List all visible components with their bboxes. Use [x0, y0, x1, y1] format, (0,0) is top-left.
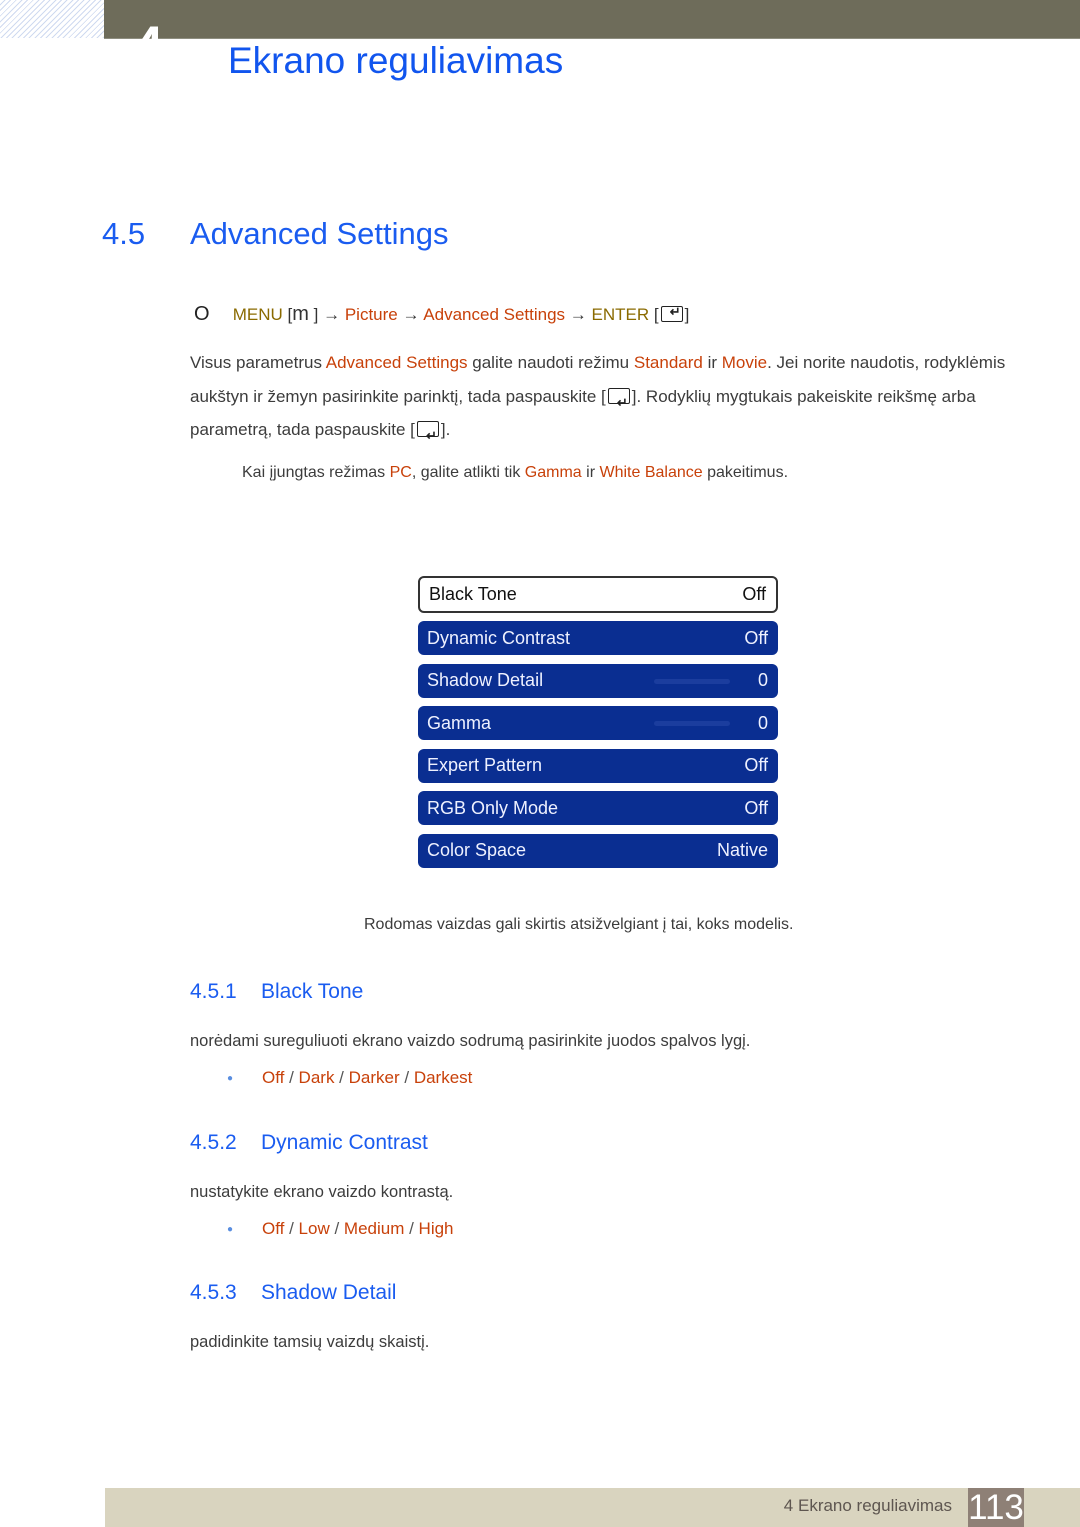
arrow: →	[402, 305, 420, 324]
highlight-advanced-settings: Advanced Settings	[325, 353, 468, 372]
option: Off	[262, 1068, 285, 1087]
option: Dark	[298, 1068, 335, 1087]
separator: /	[399, 1068, 414, 1087]
text: pakeitimus.	[702, 464, 789, 481]
osd-item-color-space[interactable]: Color Space Native	[418, 833, 778, 868]
menu-path: O MENU [m ] → Picture → Advanced Setting…	[194, 303, 689, 326]
enter-key-icon	[660, 304, 683, 322]
osd-item-gamma[interactable]: Gamma 0	[418, 706, 778, 740]
menu-path-advanced-settings: Advanced Settings	[423, 305, 566, 324]
text: Visus parametrus	[190, 353, 326, 372]
osd-item-value: Off	[744, 755, 768, 775]
page-footer: 4 Ekrano reguliavimas 113	[105, 1488, 1080, 1527]
text: galite naudoti režimu	[467, 353, 634, 372]
option: High	[418, 1219, 454, 1238]
arrow: →	[323, 305, 341, 324]
osd-item-black-tone[interactable]: Black Tone Off	[418, 576, 778, 613]
highlight-white-balance: White Balance	[599, 464, 703, 481]
separator: /	[404, 1219, 419, 1238]
option: Low	[298, 1219, 330, 1238]
slider-track[interactable]	[654, 678, 730, 684]
osd-item-label: Black Tone	[429, 584, 517, 604]
menu-path-picture: Picture	[344, 305, 398, 324]
highlight-standard: Standard	[633, 353, 703, 372]
options-list: ● Off / Low / Medium / High	[227, 1219, 454, 1239]
osd-menu: Black Tone Off Dynamic Contrast Off Shad…	[418, 576, 778, 876]
osd-item-value: 0	[757, 712, 768, 733]
header-hatch-decoration	[0, 0, 104, 38]
separator: /	[329, 1219, 344, 1238]
separator: /	[334, 1068, 349, 1087]
section-title: 4.5 Advanced Settings	[102, 216, 449, 252]
slider-track[interactable]	[654, 721, 730, 726]
subsection-title-text: Shadow Detail	[261, 1281, 397, 1304]
osd-item-label: RGB Only Mode	[427, 797, 559, 818]
option: Off	[262, 1219, 285, 1238]
text: ].	[440, 420, 451, 439]
chapter-number: 4	[132, 26, 158, 40]
option: Medium	[343, 1219, 405, 1238]
osd-item-value: Off	[744, 797, 768, 818]
chapter-title: Ekrano reguliavimas	[228, 40, 564, 81]
highlight-pc: PC	[389, 464, 412, 481]
separator: /	[284, 1219, 299, 1238]
intro-paragraph: Visus parametrus Advanced Settings galit…	[190, 346, 1010, 453]
footer-chapter: 4 Ekrano reguliavimas	[783, 1496, 952, 1515]
enter-key-icon	[607, 386, 630, 419]
header-bar	[104, 0, 1080, 39]
text: , galite atlikti tik	[411, 464, 525, 481]
osd-item-label: Dynamic Contrast	[427, 627, 571, 648]
image-caption: Rodomas vaizdas gali skirtis atsižvelgia…	[364, 916, 794, 933]
subsection-number: 4.5.3	[190, 1281, 237, 1304]
osd-item-rgb-only-mode[interactable]: RGB Only Mode Off	[418, 791, 778, 825]
text: ir	[581, 464, 600, 481]
chapter-number-tab: 4	[128, 26, 158, 40]
subsection-body: nustatykite ekrano vaizdo kontrastą.	[190, 1183, 454, 1201]
subsection-body: norėdami sureguliuoti ekrano vaizdo sodr…	[190, 1032, 751, 1050]
page-number: 113	[968, 1488, 1024, 1527]
arrow: →	[569, 305, 587, 324]
menu-path-enter: ENTER	[591, 305, 650, 324]
pc-mode-note: Kai įjungtas režimas PC, galite atlikti …	[242, 464, 788, 482]
osd-item-expert-pattern[interactable]: Expert Pattern Off	[418, 748, 778, 783]
subsection-title-text: Black Tone	[261, 980, 364, 1003]
subsection-title: 4.5.2 Dynamic Contrast	[190, 1131, 428, 1155]
bullet-icon: ●	[227, 1224, 234, 1235]
highlight-gamma: Gamma	[524, 464, 582, 481]
remote-button-icon: O	[194, 303, 210, 325]
separator: /	[284, 1068, 299, 1087]
bullet-icon: ●	[227, 1073, 234, 1084]
subsection-number: 4.5.1	[190, 980, 237, 1003]
subsection-title: 4.5.3 Shadow Detail	[190, 1281, 396, 1305]
osd-item-shadow-detail[interactable]: Shadow Detail 0	[418, 663, 778, 698]
osd-item-label: Color Space	[427, 840, 527, 860]
osd-item-dynamic-contrast[interactable]: Dynamic Contrast Off	[418, 621, 778, 655]
enter-key-icon	[416, 419, 439, 453]
osd-item-value: Native	[716, 840, 768, 860]
subsection-title-text: Dynamic Contrast	[261, 1131, 428, 1154]
options-list: ● Off / Dark / Darker / Darkest	[227, 1068, 472, 1088]
osd-item-label: Expert Pattern	[427, 755, 543, 775]
osd-item-value: 0	[757, 670, 768, 690]
subsection-number: 4.5.2	[190, 1131, 237, 1154]
menu-path-menu: MENU	[232, 305, 283, 324]
option: Darker	[348, 1068, 400, 1087]
osd-item-value: Off	[742, 584, 766, 604]
section-number: 4.5	[102, 216, 146, 251]
option: Darkest	[413, 1068, 473, 1087]
menu-key-icon: m	[292, 303, 309, 325]
highlight-movie: Movie	[721, 353, 768, 372]
text: Kai įjungtas režimas	[242, 464, 390, 481]
section-title-text: Advanced Settings	[190, 216, 449, 251]
subsection-title: 4.5.1 Black Tone	[190, 980, 363, 1004]
text: ir	[702, 353, 722, 372]
subsection-body: padidinkite tamsių vaizdų skaistį.	[190, 1333, 430, 1351]
osd-item-value: Off	[744, 627, 768, 648]
